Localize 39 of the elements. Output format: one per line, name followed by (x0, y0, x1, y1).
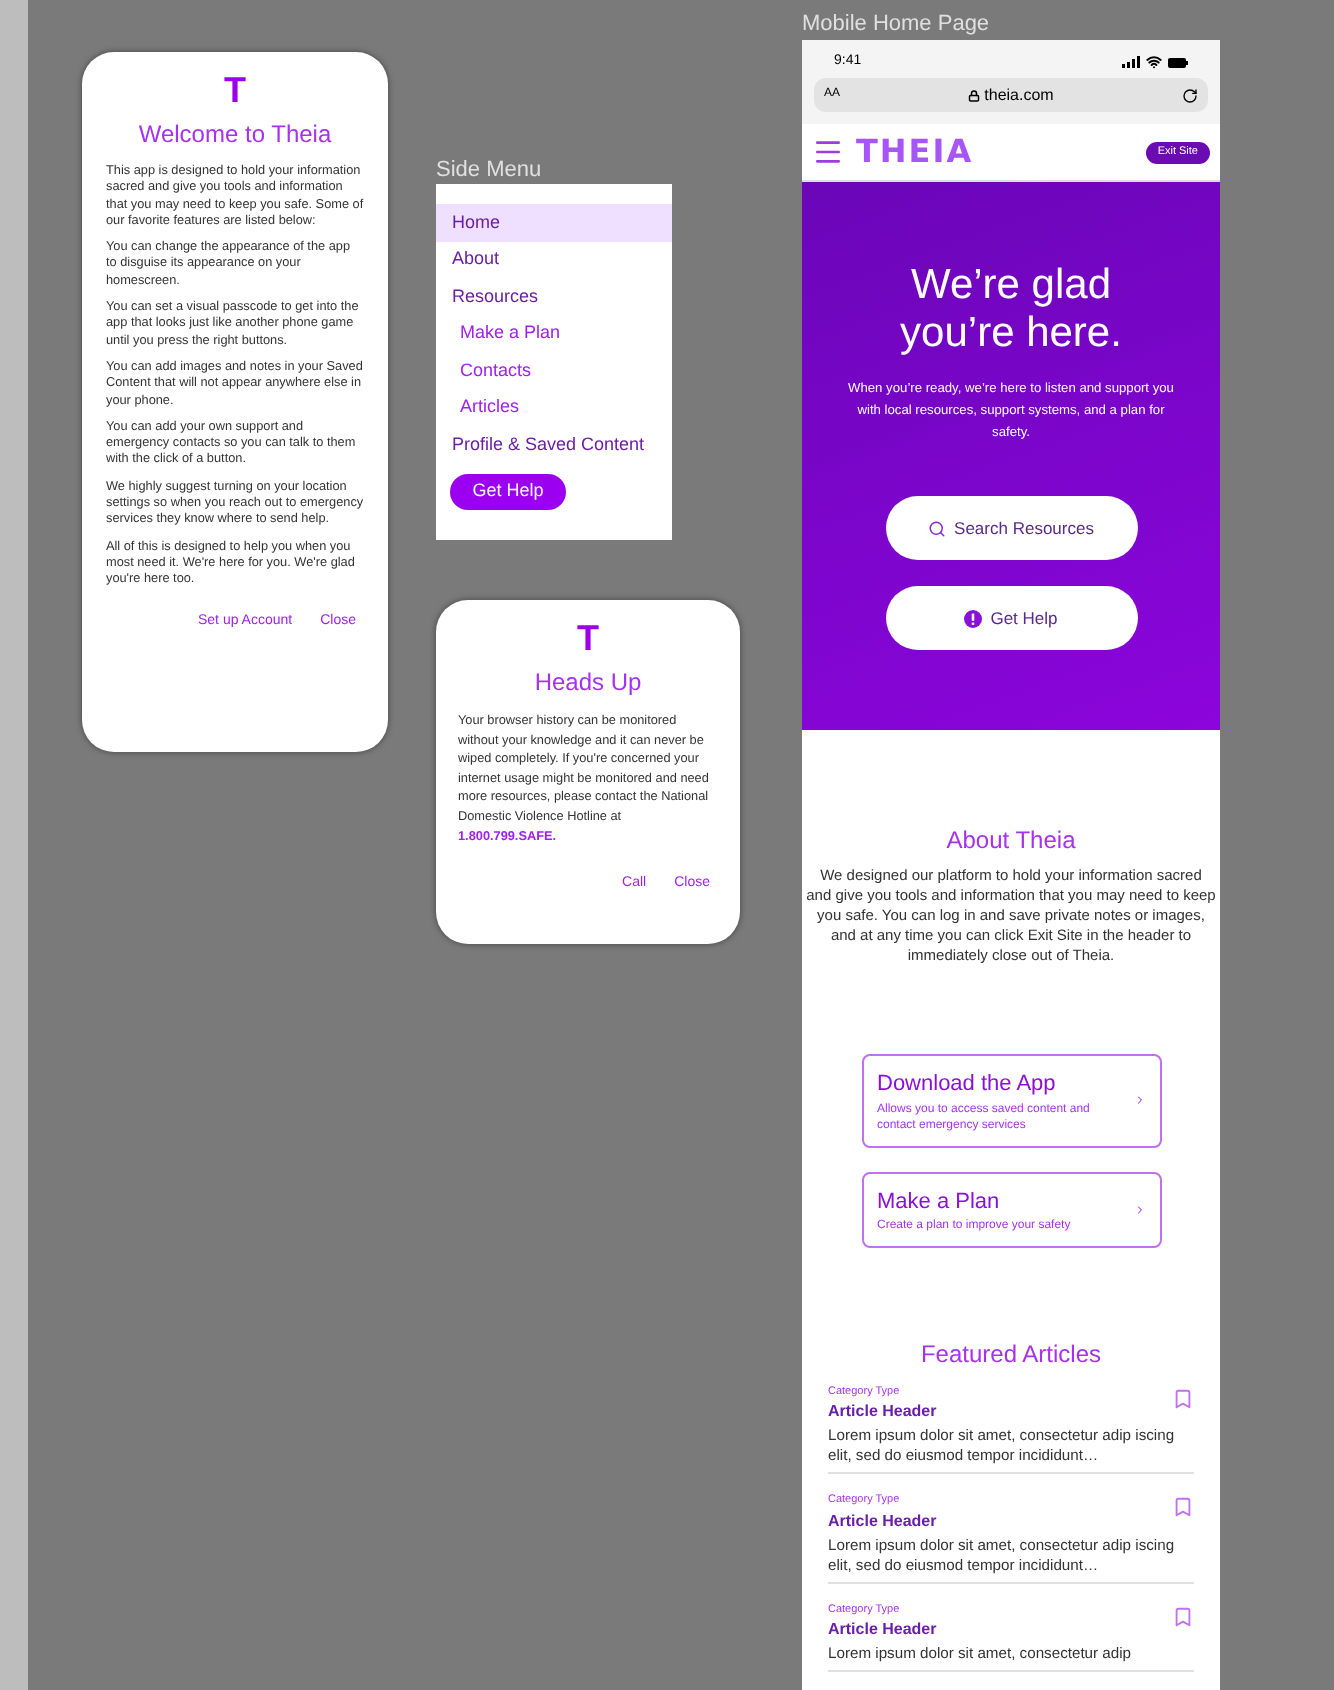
card-title: Download the App (877, 1070, 1058, 1101)
hero-button[interactable]: Get Help (885, 586, 1137, 651)
search-icon (928, 519, 947, 538)
signal-icon (1122, 56, 1140, 68)
bookmark-icon[interactable] (1172, 1388, 1194, 1411)
menu-item[interactable]: Profile & Saved Content (436, 426, 672, 463)
article-header[interactable]: Article Header (828, 1400, 937, 1425)
section-title: Featured Articles (918, 1338, 1104, 1373)
card-title: Make a Plan (877, 1187, 1002, 1218)
logo-mark: T (222, 72, 248, 108)
logo-mark: T (575, 620, 601, 656)
hero-button[interactable]: Search Resources (885, 496, 1137, 561)
menu-item[interactable]: Resources (436, 278, 672, 315)
hero-title: We’re glad you’re here. (898, 262, 1124, 359)
lock-icon (968, 89, 981, 101)
frame-label: Side Menu (436, 156, 542, 186)
frame-label: Mobile Home Page (802, 10, 990, 40)
bookmark-icon[interactable] (1172, 1605, 1194, 1628)
get-help-button[interactable]: Get Help (450, 473, 566, 509)
alert-icon (964, 609, 983, 628)
chevron-icon (1133, 1094, 1145, 1107)
reload-icon[interactable] (1181, 87, 1198, 103)
article-header[interactable]: Article Header (828, 1509, 937, 1534)
dialog-title: Heads Up (532, 666, 644, 700)
battery-icon (1168, 57, 1188, 67)
menu-item[interactable]: Make a Plan (436, 315, 672, 352)
menu-item[interactable]: About (436, 241, 672, 278)
article-header[interactable]: Article Header (828, 1617, 937, 1642)
about-title: About Theia (944, 824, 1078, 859)
chevron-icon (1133, 1203, 1145, 1216)
menu-item[interactable]: Home (436, 204, 672, 241)
menu-item[interactable]: Contacts (436, 352, 672, 389)
wifi-icon (1146, 54, 1162, 70)
bookmark-icon[interactable] (1172, 1496, 1194, 1519)
url-text: theia.com (984, 83, 1054, 107)
menu-icon[interactable] (812, 136, 844, 168)
menu-item[interactable]: Articles (436, 389, 672, 426)
site-logo[interactable]: THEIA (856, 128, 974, 176)
dialog-title: Welcome to Theia (136, 118, 334, 152)
